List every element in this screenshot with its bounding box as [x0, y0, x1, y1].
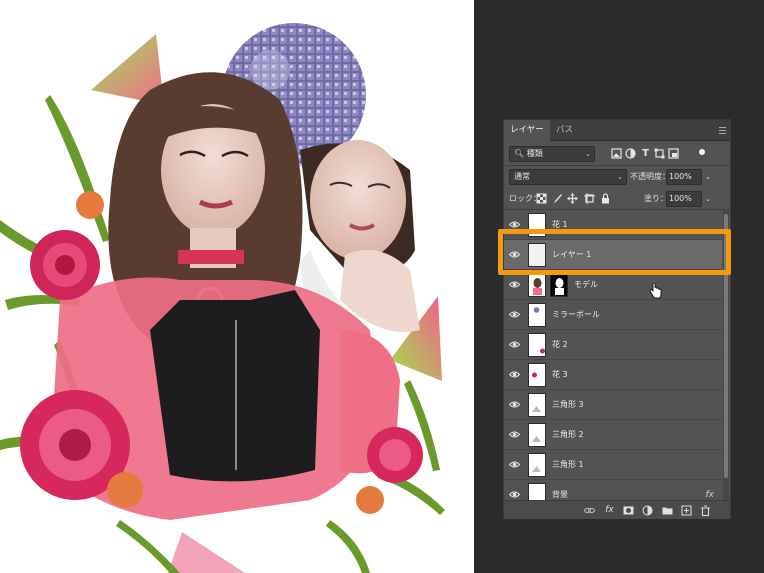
- filter-toggle-icon[interactable]: [698, 148, 706, 159]
- eye-visibility-icon[interactable]: [509, 489, 520, 500]
- opacity-label: 不透明度：: [630, 172, 670, 181]
- adjustment-filter-icon[interactable]: [625, 148, 636, 159]
- flower: [30, 230, 100, 300]
- hand-cursor-icon: [649, 283, 662, 299]
- panel-menu-icon[interactable]: [719, 127, 726, 134]
- lock-row: ロック： 塗り： 100% ⌄: [504, 188, 730, 210]
- layer-thumbnail: [528, 303, 546, 327]
- layer-row[interactable]: 三角形 3: [504, 390, 722, 420]
- selection-highlight-box: [498, 229, 731, 275]
- blend-mode-value: 通常: [514, 172, 530, 181]
- lock-image-icon[interactable]: [552, 193, 563, 204]
- document-canvas[interactable]: [0, 0, 474, 573]
- layer-thumbnail: [528, 273, 546, 297]
- lock-transparent-icon[interactable]: [536, 193, 547, 204]
- layer-thumbnail: [528, 393, 546, 417]
- layer-name: 三角形 1: [552, 460, 584, 469]
- lock-artboard-icon[interactable]: [584, 193, 595, 204]
- mask-icon[interactable]: [623, 505, 634, 516]
- blend-mode-select[interactable]: 通常 ⌄: [509, 169, 627, 185]
- layer-thumbnail: [528, 333, 546, 357]
- fill-label: 塗り：: [644, 194, 668, 203]
- filter-row: 🔍︎ 種類 ⌄ T: [504, 143, 730, 165]
- layer-row[interactable]: 三角形 1: [504, 450, 722, 480]
- fill-input[interactable]: 100%: [666, 191, 702, 207]
- layer-mask-thumbnail[interactable]: [550, 273, 568, 297]
- layers-panel: レイヤー パス 🔍︎ 種類 ⌄ T 通常 ⌄ 不透明度： 100% ⌄ ロック：: [503, 119, 731, 519]
- trash-icon[interactable]: [700, 505, 711, 516]
- fx-icon[interactable]: fx: [604, 505, 615, 516]
- eye-visibility-icon[interactable]: [509, 279, 520, 290]
- layer-name: ミラーボール: [552, 310, 600, 319]
- layer-effects-icon[interactable]: fx: [706, 480, 715, 500]
- layer-row[interactable]: 三角形 2: [504, 420, 722, 450]
- eye-visibility-icon[interactable]: [509, 309, 520, 320]
- lock-position-icon[interactable]: [567, 193, 578, 204]
- search-icon: 🔍︎: [514, 149, 525, 158]
- tab-layers[interactable]: レイヤー: [504, 120, 550, 141]
- eye-visibility-icon[interactable]: [509, 459, 520, 470]
- new-layer-icon[interactable]: [681, 505, 692, 516]
- eye-visibility-icon[interactable]: [509, 369, 520, 380]
- opacity-chevron-icon[interactable]: ⌄: [705, 169, 711, 185]
- folder-icon[interactable]: [662, 505, 673, 516]
- chevron-down-icon: ⌄: [617, 173, 623, 181]
- fill-chevron-icon[interactable]: ⌄: [705, 191, 711, 207]
- filter-kind-label: 種類: [526, 149, 543, 158]
- eye-visibility-icon[interactable]: [509, 399, 520, 410]
- triangle-shape: [168, 532, 245, 573]
- layer-row[interactable]: 花 2: [504, 330, 722, 360]
- link-icon[interactable]: [584, 505, 595, 516]
- adjustment-layer-icon[interactable]: [642, 505, 653, 516]
- layer-thumbnail: [528, 423, 546, 447]
- layer-thumbnail: [528, 483, 546, 500]
- panel-tab-bar: レイヤー パス: [504, 120, 730, 141]
- eye-visibility-icon[interactable]: [509, 339, 520, 350]
- lock-all-icon[interactable]: [600, 193, 611, 204]
- type-filter-icon[interactable]: T: [640, 148, 651, 159]
- chevron-down-icon: ⌄: [585, 150, 591, 158]
- smart-object-filter-icon[interactable]: [668, 148, 679, 159]
- layer-row[interactable]: 背景 fx: [504, 480, 722, 500]
- shape-filter-icon[interactable]: [654, 148, 665, 159]
- layer-name: 三角形 3: [552, 400, 584, 409]
- eye-visibility-icon[interactable]: [509, 429, 520, 440]
- collage-artwork: [0, 23, 445, 573]
- panel-footer: fx: [504, 500, 730, 519]
- opacity-input[interactable]: 100%: [666, 169, 702, 185]
- flower: [367, 427, 423, 483]
- layer-thumbnail: [528, 453, 546, 477]
- layer-name: 三角形 2: [552, 430, 584, 439]
- blend-row: 通常 ⌄ 不透明度： 100% ⌄: [504, 166, 730, 188]
- layer-row[interactable]: 花 3: [504, 360, 722, 390]
- layer-name: 花 3: [552, 370, 568, 379]
- layer-row[interactable]: ミラーボール: [504, 300, 722, 330]
- layer-name: 花 2: [552, 340, 568, 349]
- layer-name: 背景: [552, 490, 568, 499]
- tab-paths[interactable]: パス: [550, 120, 579, 141]
- filter-kind-select[interactable]: 🔍︎ 種類 ⌄: [509, 146, 595, 162]
- image-filter-icon[interactable]: [611, 148, 622, 159]
- layer-thumbnail: [528, 363, 546, 387]
